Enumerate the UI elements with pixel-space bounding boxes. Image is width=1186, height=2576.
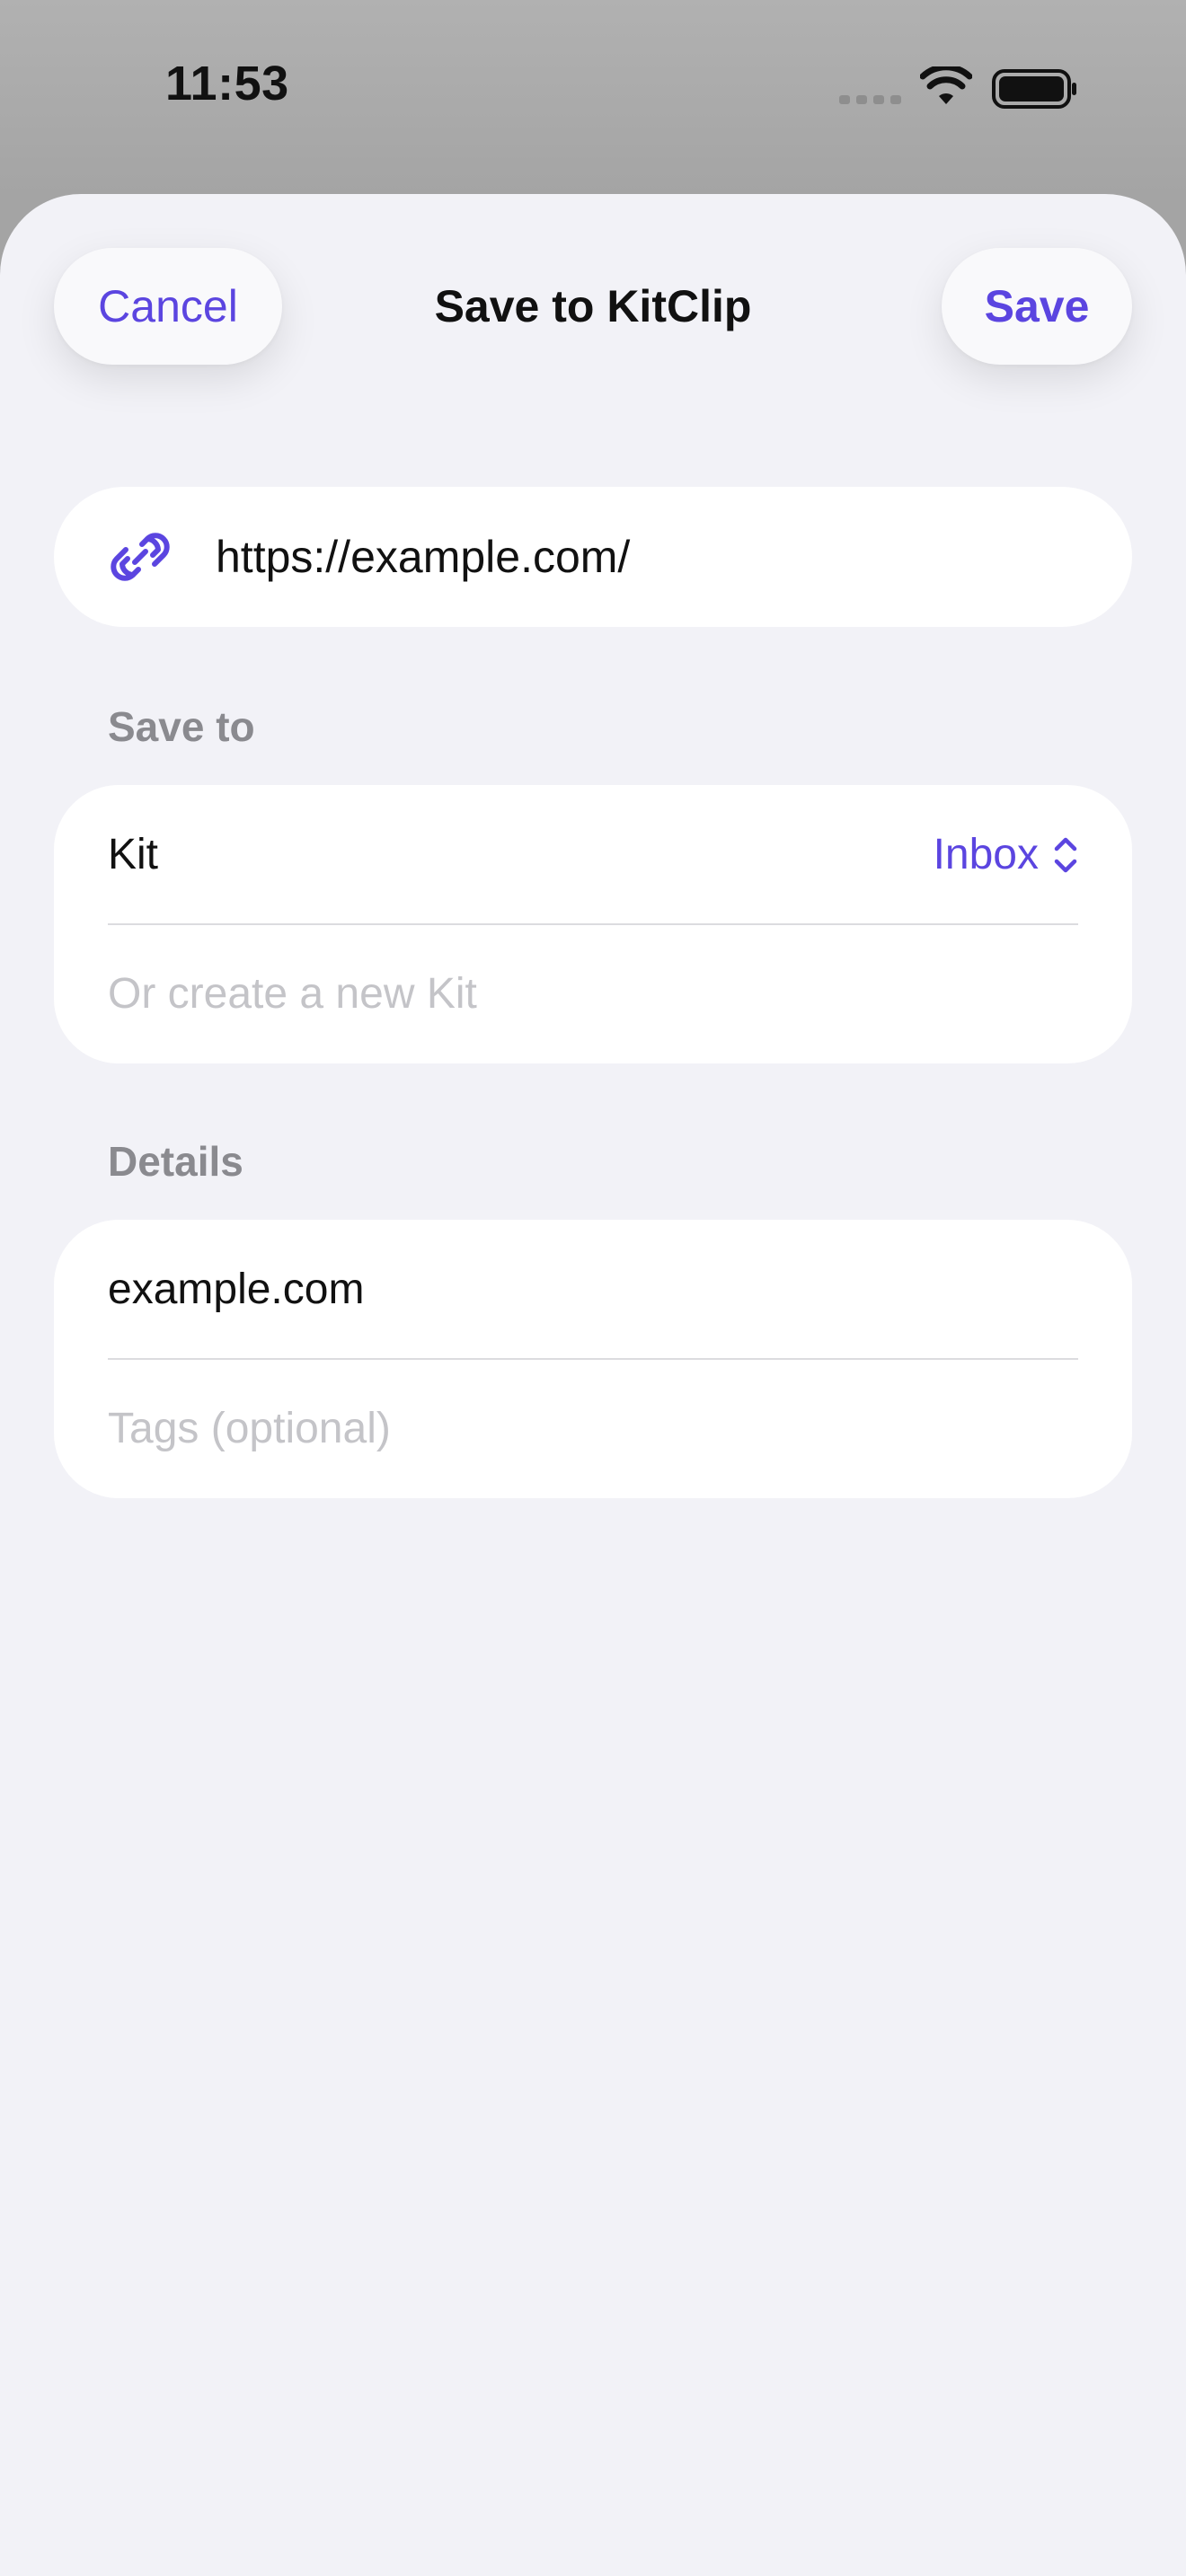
wifi-icon [920,66,972,104]
kit-row[interactable]: Kit Inbox [108,785,1078,924]
cellular-signal-icon [839,95,901,104]
tags-input[interactable] [108,1404,1078,1453]
status-bar: 11:53 [0,0,1186,180]
kit-label: Kit [108,831,159,878]
section-header-details: Details [108,1138,243,1185]
new-kit-input[interactable] [108,969,1078,1019]
new-kit-row[interactable] [108,924,1078,1063]
title-row[interactable] [108,1220,1078,1359]
battery-icon [992,69,1076,109]
chevron-up-down-icon [1054,837,1077,872]
cancel-button[interactable]: Cancel [54,248,282,365]
save-to-card: Kit Inbox [54,785,1132,1063]
details-card [54,1220,1132,1498]
tags-row[interactable] [108,1359,1078,1498]
save-sheet: Cancel Save to KitClip Save https://exam… [0,194,1186,2576]
kit-picker[interactable]: Inbox [934,830,1078,879]
title-input[interactable] [108,1265,1078,1314]
kit-picker-value: Inbox [933,831,1039,878]
url-field[interactable]: https://example.com/ [54,487,1132,627]
url-value: https://example.com/ [216,532,631,582]
section-header-save-to: Save to [108,703,255,750]
save-button[interactable]: Save [942,248,1132,365]
status-time: 11:53 [165,57,289,110]
link-icon [111,533,170,581]
